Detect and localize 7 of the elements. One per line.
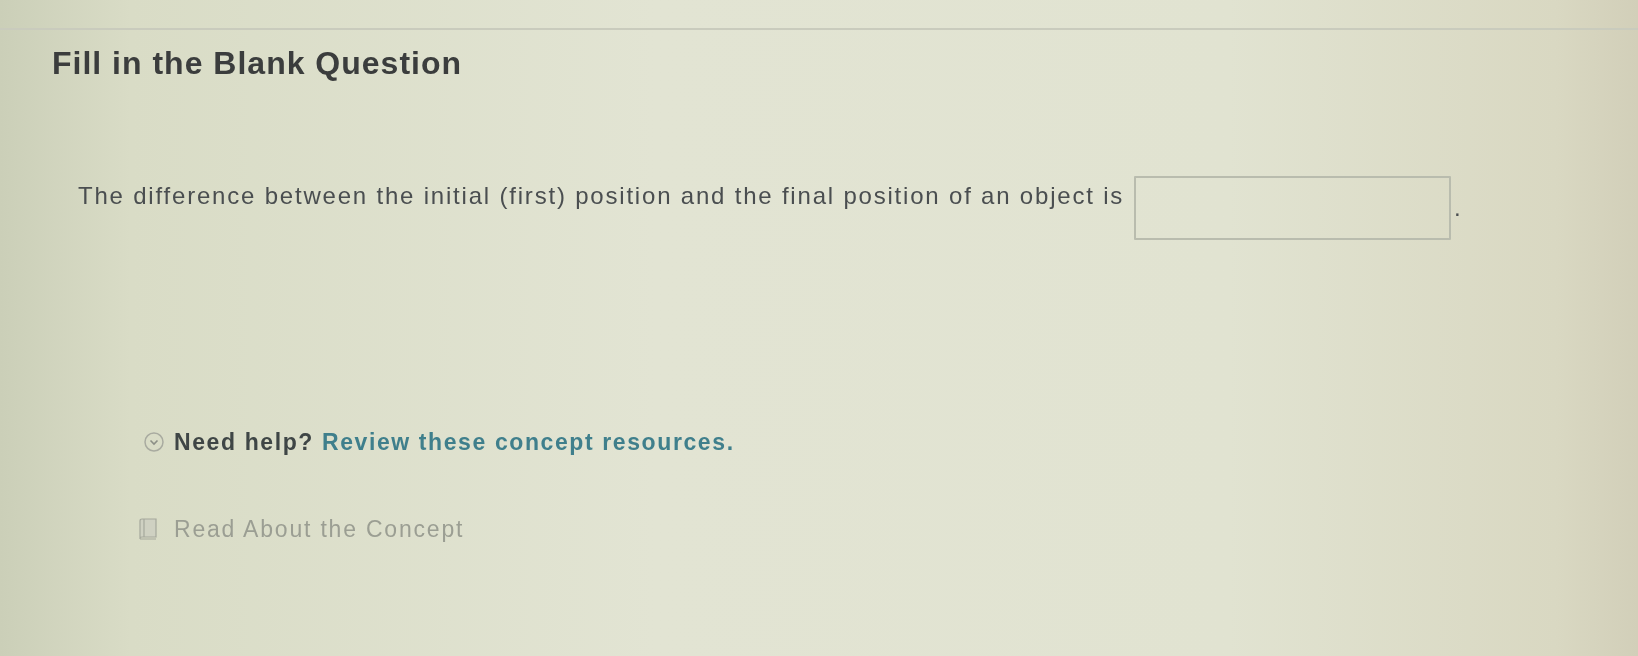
- chevron-down-icon: [144, 432, 164, 452]
- need-help-toggle[interactable]: Need help? Review these concept resources.: [144, 428, 735, 456]
- question-text: .: [1454, 193, 1463, 223]
- book-icon: [138, 518, 158, 540]
- question-title: Fill in the Blank Question: [52, 44, 463, 83]
- answer-box[interactable]: [1134, 176, 1452, 240]
- question-text: The difference between the initial (first) position and the final position of an object is: [78, 181, 1125, 211]
